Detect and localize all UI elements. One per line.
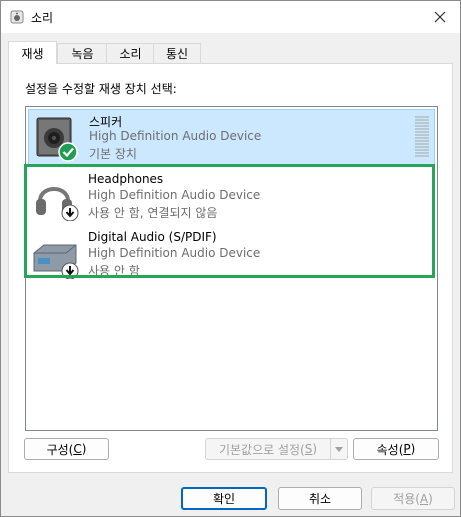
cancel-button[interactable]: 취소 bbox=[278, 487, 362, 510]
tab-label: 소리 bbox=[119, 47, 142, 61]
device-status: 기본 장치 bbox=[89, 147, 137, 161]
device-list[interactable]: 스피커 High Definition Audio Device 기본 장치 H… bbox=[25, 106, 438, 431]
button-label-suffix: ) bbox=[428, 491, 433, 506]
volume-level-meter bbox=[415, 116, 429, 158]
chevron-down-icon bbox=[335, 446, 343, 452]
device-item-digital-audio[interactable]: Digital Audio (S/PDIF) High Definition A… bbox=[28, 227, 435, 283]
device-description: High Definition Audio Device bbox=[88, 246, 261, 260]
button-label: 구성( bbox=[46, 442, 74, 457]
device-item-speaker[interactable]: 스피커 High Definition Audio Device 기본 장치 bbox=[28, 109, 435, 165]
headphones-icon bbox=[36, 187, 79, 221]
device-name: Headphones bbox=[88, 172, 164, 186]
close-icon bbox=[434, 11, 446, 23]
device-status: 사용 안 함 bbox=[88, 264, 140, 278]
tab-label: 재생 bbox=[21, 46, 44, 61]
close-button[interactable] bbox=[420, 1, 460, 33]
device-status: 사용 안 함, 연결되지 않음 bbox=[88, 206, 218, 220]
ok-button[interactable]: 확인 bbox=[181, 487, 267, 510]
device-name: Digital Audio (S/PDIF) bbox=[88, 230, 217, 244]
button-label-suffix: ) bbox=[81, 442, 87, 456]
button-label: 확인 bbox=[212, 492, 236, 506]
instruction-label: 설정을 수정할 재생 장치 선택: bbox=[25, 82, 177, 96]
tab-label: 녹음 bbox=[71, 47, 94, 61]
button-label: 속성( bbox=[376, 442, 404, 457]
hotkey: S bbox=[304, 442, 313, 456]
tab-sounds[interactable]: 소리 bbox=[106, 43, 155, 63]
tab-playback[interactable]: 재생 bbox=[8, 41, 57, 64]
device-description: High Definition Audio Device bbox=[88, 188, 261, 202]
set-default-button[interactable]: 기본값으로 설정(S) bbox=[205, 438, 348, 460]
set-default-main[interactable]: 기본값으로 설정(S) bbox=[205, 438, 330, 460]
tab-communications[interactable]: 통신 bbox=[153, 43, 201, 63]
hotkey: C bbox=[73, 442, 82, 456]
digital-audio-icon bbox=[33, 244, 79, 279]
set-default-dropdown[interactable] bbox=[330, 438, 348, 460]
device-item-headphones[interactable]: Headphones High Definition Audio Device … bbox=[28, 169, 435, 225]
button-label-suffix: ) bbox=[312, 442, 318, 456]
configure-button[interactable]: 구성(C) bbox=[24, 438, 109, 460]
playback-panel: 설정을 수정할 재생 장치 선택: 스피커 High Definition Au… bbox=[8, 63, 453, 473]
title-bar[interactable]: 소리 bbox=[1, 1, 460, 33]
apply-button[interactable]: 적용(A) bbox=[371, 487, 455, 510]
hotkey: P bbox=[403, 442, 411, 456]
properties-button[interactable]: 속성(P) bbox=[353, 438, 439, 460]
device-description: High Definition Audio Device bbox=[89, 129, 262, 143]
button-label: 기본값으로 설정( bbox=[218, 442, 305, 457]
sound-dialog: 소리 재생 녹음 소리 통신 설정을 수정할 재생 장치 선택: 스피커 Hig… bbox=[0, 0, 461, 517]
speaker-icon bbox=[36, 117, 78, 162]
device-name: 스피커 bbox=[89, 115, 123, 129]
speaker-app-icon bbox=[10, 10, 24, 24]
hotkey: A bbox=[419, 491, 429, 506]
button-label: 적용( bbox=[393, 492, 420, 506]
tab-label: 통신 bbox=[165, 47, 189, 61]
button-label: 취소 bbox=[308, 492, 332, 506]
button-label-suffix: ) bbox=[410, 442, 416, 456]
window-title: 소리 bbox=[31, 11, 54, 25]
tab-recording[interactable]: 녹음 bbox=[57, 43, 108, 63]
